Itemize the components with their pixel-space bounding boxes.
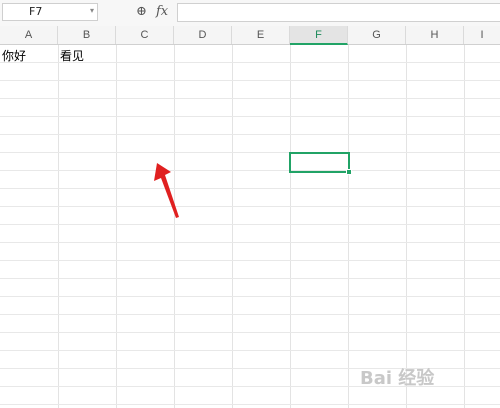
name-box[interactable]: F7 ▾ bbox=[2, 3, 98, 21]
fx-icon[interactable]: fx bbox=[156, 4, 168, 19]
formula-input[interactable] bbox=[177, 3, 500, 22]
column-header-row: A B C D E F G H I bbox=[0, 26, 500, 45]
active-cell-f7[interactable] bbox=[289, 152, 350, 173]
column-header-f[interactable]: F bbox=[290, 26, 348, 45]
cell-a1[interactable]: 你好 bbox=[2, 47, 26, 64]
formula-bar: F7 ▾ ⊕ fx bbox=[0, 0, 500, 27]
annotation-arrow bbox=[154, 163, 179, 218]
cell-gridlines bbox=[0, 45, 500, 408]
spreadsheet-grid[interactable]: A B C D E F G H I 你好 看见 bbox=[0, 26, 500, 408]
column-header-a[interactable]: A bbox=[0, 26, 58, 44]
zoom-icon[interactable]: ⊕ bbox=[136, 4, 147, 19]
cell-b1[interactable]: 看见 bbox=[60, 47, 84, 64]
fill-handle[interactable] bbox=[346, 169, 352, 175]
column-header-c[interactable]: C bbox=[116, 26, 174, 44]
name-box-value: F7 bbox=[29, 5, 43, 18]
chevron-down-icon[interactable]: ▾ bbox=[90, 6, 94, 15]
column-header-e[interactable]: E bbox=[232, 26, 290, 44]
watermark: Bai 经验 bbox=[360, 368, 435, 389]
column-header-b[interactable]: B bbox=[58, 26, 116, 44]
column-header-g[interactable]: G bbox=[348, 26, 406, 44]
column-header-d[interactable]: D bbox=[174, 26, 232, 44]
column-header-i[interactable]: I bbox=[464, 26, 500, 44]
column-header-h[interactable]: H bbox=[406, 26, 464, 44]
